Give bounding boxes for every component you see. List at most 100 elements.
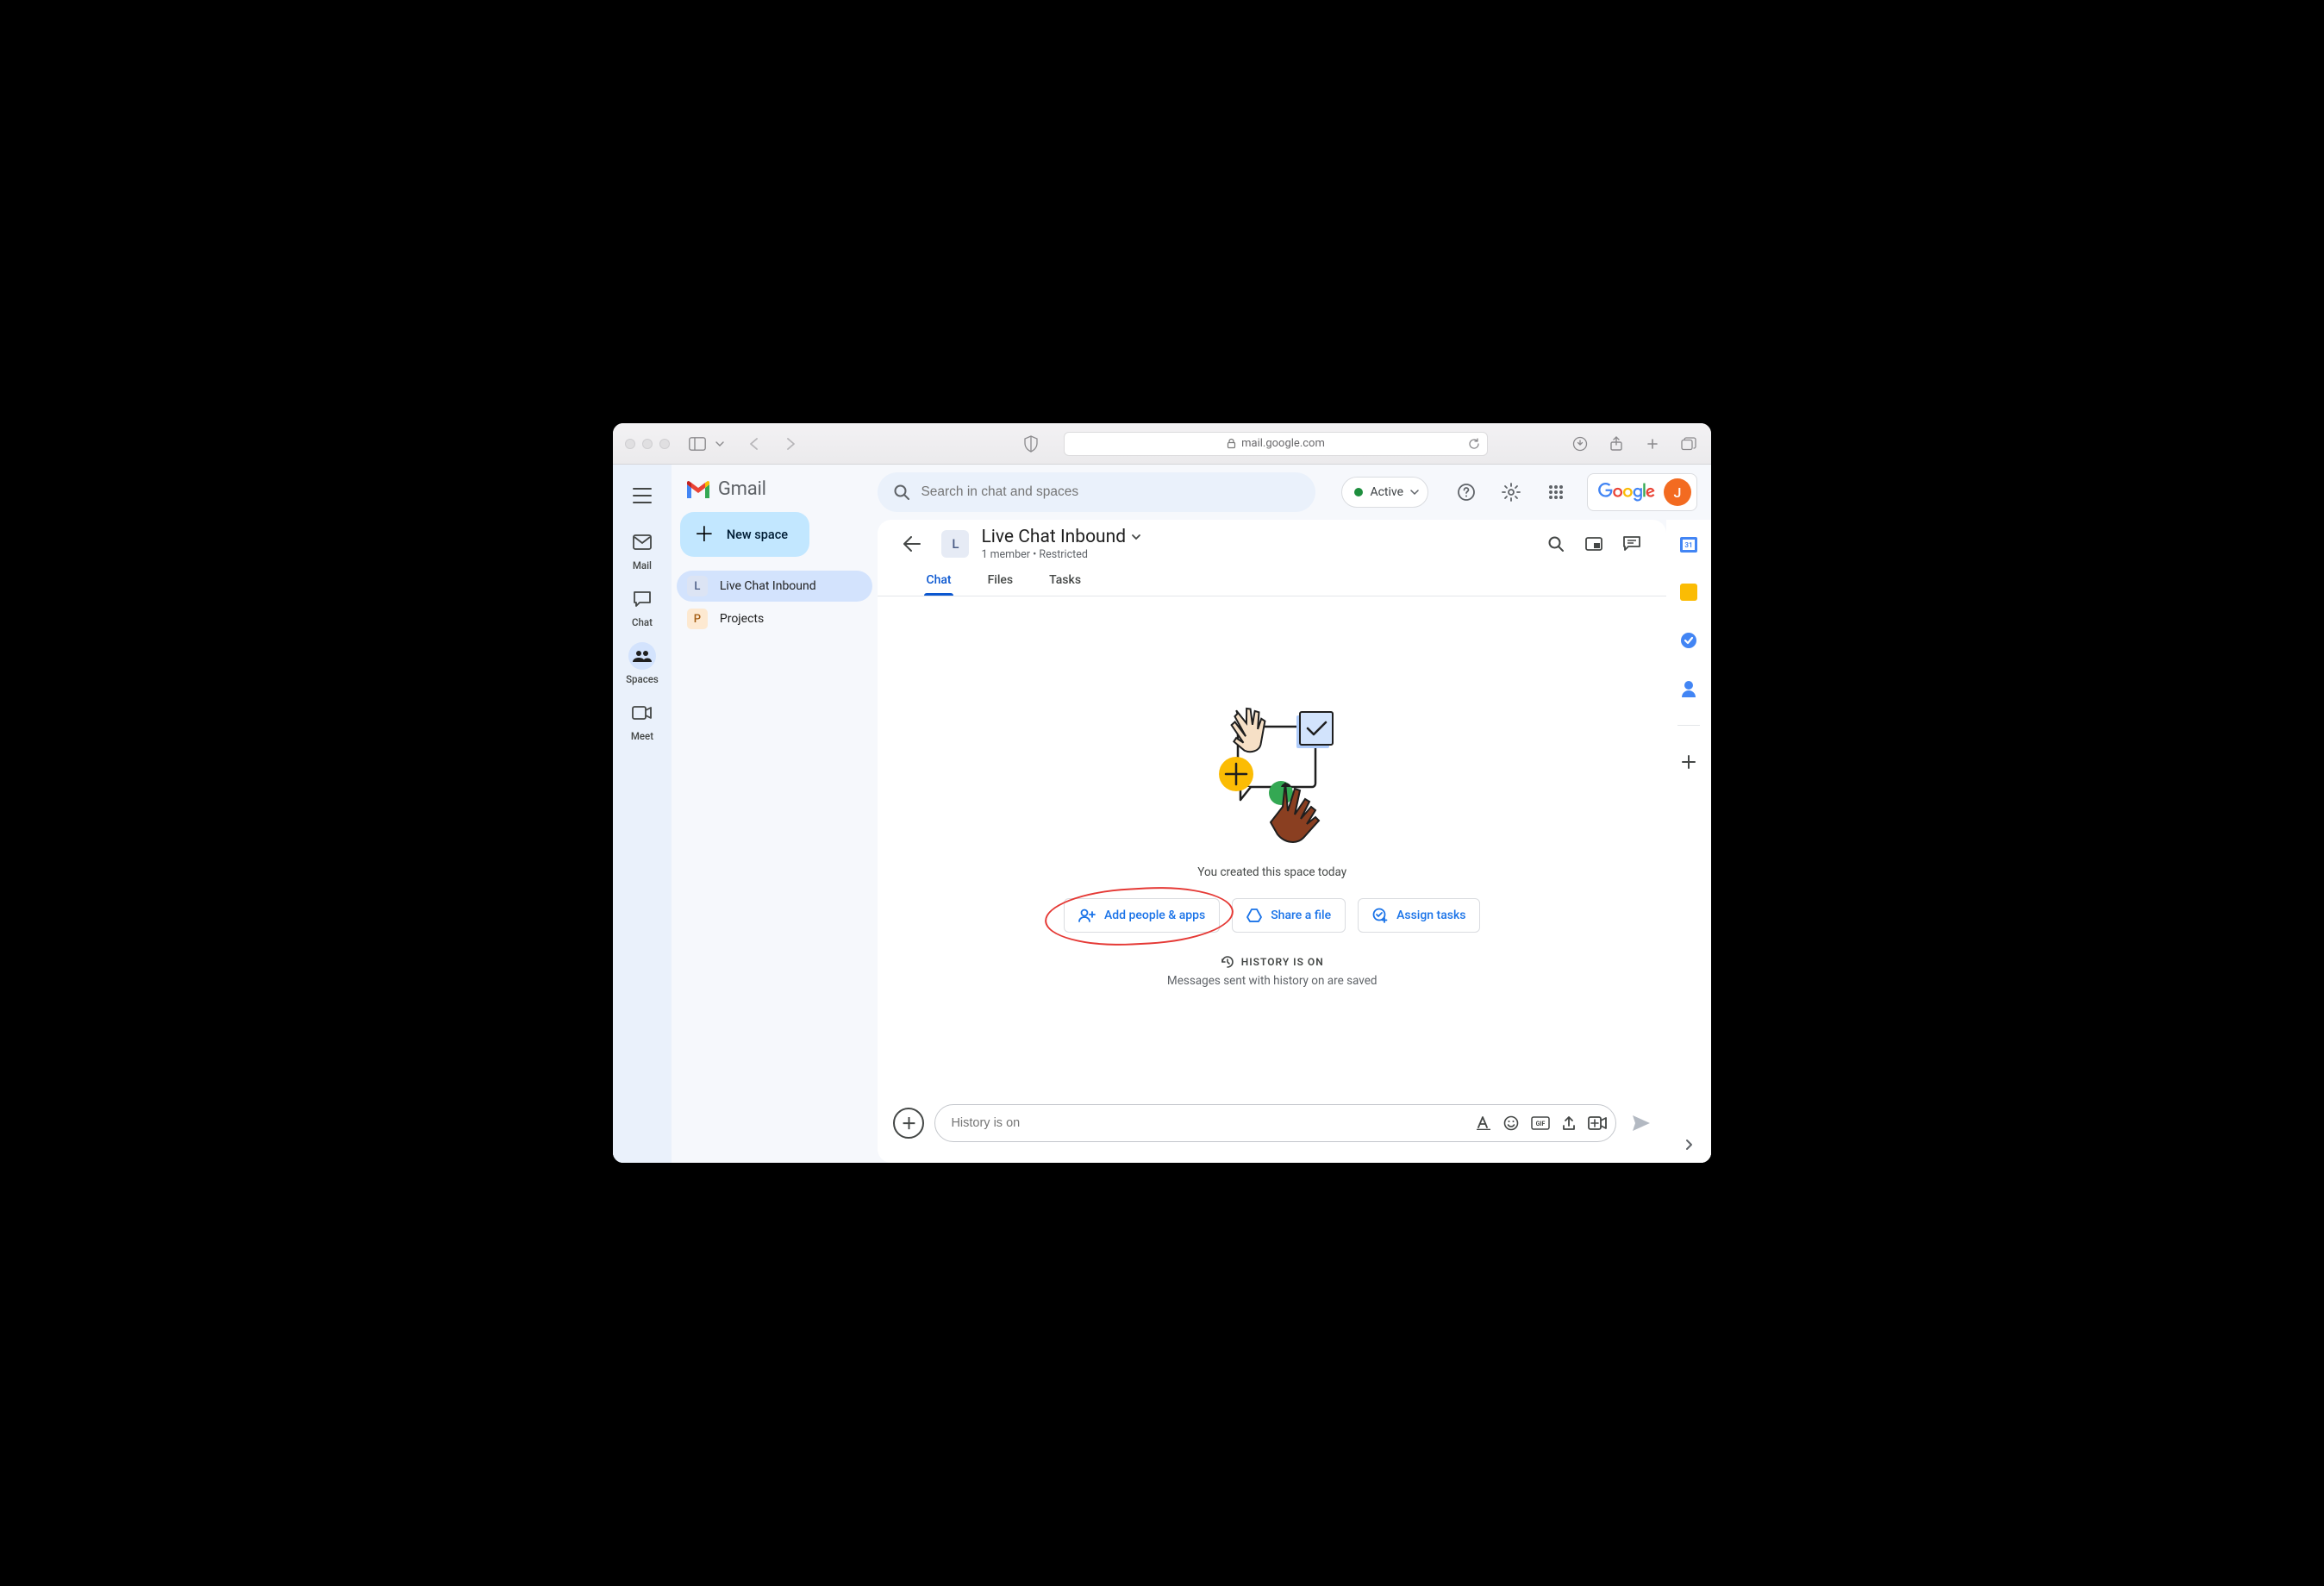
url-bar[interactable]: mail.google.com [1064, 432, 1488, 456]
traffic-lights[interactable] [625, 439, 670, 449]
support-icon[interactable] [1449, 475, 1484, 509]
space-name: Live Chat Inbound [720, 579, 816, 593]
panel-header: L Live Chat Inbound 1 member • Restricte… [878, 520, 1666, 561]
emoji-icon[interactable] [1503, 1115, 1519, 1131]
space-subtitle: 1 member • Restricted [981, 548, 1141, 561]
spaces-icon [632, 649, 653, 663]
rail-item-spaces[interactable]: Spaces [618, 637, 666, 690]
addon-get-addons[interactable] [1671, 745, 1706, 779]
space-header-badge: L [941, 530, 969, 558]
zoom-window-dot[interactable] [659, 439, 670, 449]
assign-tasks-button[interactable]: Assign tasks [1358, 898, 1480, 933]
topbar: Active [878, 465, 1711, 520]
addon-contacts[interactable] [1671, 671, 1706, 706]
rail-item-meet[interactable]: Meet [618, 694, 666, 747]
rail-label: Spaces [626, 673, 659, 685]
action-row: Add people & apps Share a file Assign ta [1064, 898, 1481, 933]
rail-label: Chat [632, 616, 653, 628]
space-badge: L [687, 576, 708, 596]
settings-icon[interactable] [1494, 475, 1528, 509]
rail-item-chat[interactable]: Chat [618, 580, 666, 634]
search-field[interactable] [921, 484, 1300, 500]
mac-window: mail.google.com [613, 423, 1711, 1163]
gif-icon[interactable]: GIF [1531, 1115, 1550, 1131]
new-tab-icon[interactable] [1642, 434, 1663, 454]
upload-icon[interactable] [1562, 1115, 1576, 1131]
downloads-icon[interactable] [1570, 434, 1590, 454]
space-item-live-chat-inbound[interactable]: L Live Chat Inbound [677, 571, 873, 602]
person-add-icon [1078, 909, 1096, 922]
space-title-dropdown[interactable]: Live Chat Inbound [981, 527, 1141, 547]
chevron-down-icon [1131, 532, 1141, 542]
rail-label: Mail [633, 559, 652, 571]
tab-files[interactable]: Files [984, 568, 1017, 596]
collapse-side-panel-icon[interactable] [1684, 1139, 1694, 1151]
tabs-overview-icon[interactable] [1678, 434, 1699, 454]
composer-box[interactable]: GIF [934, 1104, 1616, 1142]
close-window-dot[interactable] [625, 439, 635, 449]
panel-pip-icon[interactable] [1577, 527, 1611, 561]
drive-icon [1246, 909, 1262, 922]
sidebar-toggle-icon[interactable] [687, 434, 708, 454]
tab-chat[interactable]: Chat [922, 568, 954, 596]
space-item-projects[interactable]: P Projects [677, 603, 873, 634]
forward-icon[interactable] [780, 434, 801, 454]
addon-calendar[interactable]: 31 [1671, 527, 1706, 561]
composer-input[interactable] [951, 1116, 1476, 1130]
gmail-wordmark: Gmail [718, 478, 766, 500]
space-title: Live Chat Inbound [981, 527, 1126, 547]
chevron-down-icon [1410, 488, 1419, 496]
addon-tasks[interactable] [1671, 623, 1706, 658]
addon-keep[interactable] [1671, 575, 1706, 609]
chat-icon [633, 590, 652, 608]
safari-toolbar: mail.google.com [613, 423, 1711, 465]
panel-search-icon[interactable] [1539, 527, 1573, 561]
space-name: Projects [720, 612, 764, 626]
tabs-row: Chat Files Tasks [878, 561, 1666, 596]
privacy-shield-icon[interactable] [1021, 434, 1041, 454]
sidebar-dropdown-icon[interactable] [709, 434, 730, 454]
back-arrow-icon[interactable] [895, 527, 929, 561]
video-meet-icon[interactable] [1588, 1115, 1607, 1131]
svg-text:GIF: GIF [1536, 1121, 1546, 1127]
task-add-icon [1372, 908, 1388, 923]
space-badge: P [687, 609, 708, 629]
back-icon[interactable] [744, 434, 765, 454]
reload-icon[interactable] [1468, 438, 1480, 450]
composer: ＋ GIF [878, 1096, 1666, 1163]
status-label: Active [1370, 485, 1403, 499]
mail-icon [633, 534, 652, 550]
share-file-button[interactable]: Share a file [1232, 898, 1346, 933]
side-addons-panel: 31 [1666, 520, 1711, 1163]
share-icon[interactable] [1606, 434, 1627, 454]
format-icon[interactable] [1476, 1115, 1491, 1131]
rail-item-mail[interactable]: Mail [618, 523, 666, 577]
main-menu-icon[interactable] [623, 477, 661, 515]
status-dot-icon [1354, 488, 1363, 496]
lock-icon [1227, 438, 1236, 449]
status-chip[interactable]: Active [1341, 477, 1428, 508]
new-space-label: New space [727, 528, 788, 542]
search-input[interactable] [878, 472, 1315, 512]
gmail-app: Mail Chat Spaces Meet [613, 465, 1711, 1163]
history-sub: Messages sent with history on are saved [1167, 974, 1378, 988]
new-space-button[interactable]: ＋ New space [680, 512, 809, 557]
avatar[interactable]: J [1664, 478, 1691, 506]
account-switcher[interactable]: J [1587, 473, 1697, 511]
plus-icon: ＋ [694, 524, 715, 545]
space-panel: L Live Chat Inbound 1 member • Restricte… [878, 520, 1666, 1163]
rail-label: Meet [631, 730, 653, 742]
google-logo [1598, 482, 1655, 503]
add-people-button[interactable]: Add people & apps [1064, 898, 1220, 933]
composer-attach-button[interactable]: ＋ [893, 1108, 924, 1139]
tab-tasks[interactable]: Tasks [1046, 568, 1084, 596]
gmail-logo[interactable]: Gmail [677, 473, 873, 512]
panel-thread-icon[interactable] [1615, 527, 1649, 561]
send-icon[interactable] [1632, 1115, 1651, 1132]
meet-icon [632, 706, 653, 720]
empty-state-illustration [1195, 696, 1350, 860]
spaces-sidebar: Gmail ＋ New space L Live Chat Inbound P … [672, 465, 878, 1163]
history-label: HISTORY IS ON [1241, 956, 1324, 968]
apps-grid-icon[interactable] [1539, 475, 1573, 509]
minimize-window-dot[interactable] [642, 439, 653, 449]
